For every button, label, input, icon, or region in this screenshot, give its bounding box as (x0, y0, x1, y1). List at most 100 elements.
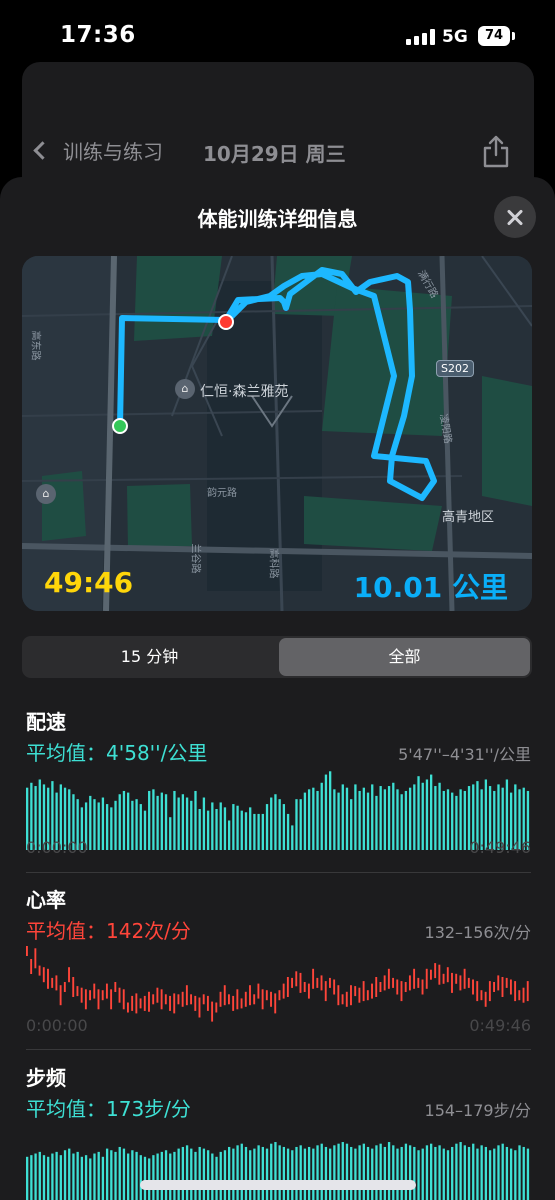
heart-rate-chart-bar (341, 994, 344, 1005)
back-button[interactable]: 训练与练习 (32, 136, 163, 165)
pace-chart-bar (404, 790, 408, 850)
heart-rate-chart-bar (177, 994, 180, 1005)
pace-chart-bar (307, 789, 311, 850)
cadence-chart-bar (480, 1145, 483, 1200)
heart-rate-chart-bar (350, 985, 352, 1006)
heart-rate-chart-bar (421, 979, 424, 995)
share-icon[interactable] (482, 134, 510, 168)
pace-chart-bar (164, 794, 168, 850)
heart-rate-chart-bar (169, 995, 171, 1011)
heart-rate-chart-bar (387, 968, 390, 989)
cadence-chart-bar (459, 1142, 462, 1200)
pace-chart-bar (232, 804, 235, 850)
heart-rate-chart-bar (505, 977, 508, 988)
status-time: 17:36 (60, 22, 136, 48)
pace-chart-bar (131, 800, 134, 850)
heart-rate-chart-bar (114, 982, 117, 992)
status-bar: 17:36 5G 74 (0, 0, 555, 60)
cadence-chart-bar (118, 1146, 121, 1200)
heart-rate-chart-bar (51, 977, 54, 988)
cadence-chart-bar (42, 1155, 46, 1200)
cadence-chart-bar (223, 1150, 227, 1200)
heart-rate-chart-bar (42, 967, 45, 983)
cadence-chart-bar (463, 1145, 466, 1200)
cadence-chart-bar (26, 1156, 29, 1200)
cadence-chart-bar (93, 1153, 96, 1200)
heart-rate-chart-bar (371, 983, 373, 999)
close-button[interactable] (494, 196, 536, 238)
pace-chart-bar (173, 790, 176, 850)
heart-rate-chart-bar (198, 997, 201, 1018)
pace-chart-bar (387, 786, 391, 850)
heart-rate-chart-bar (438, 964, 441, 985)
cadence-chart-bar (265, 1148, 269, 1200)
pace-chart-bar (430, 774, 433, 850)
heart-rate-chart-bar (270, 991, 272, 1007)
cadence-chart-bar (522, 1146, 525, 1200)
building-icon: ⌂ (36, 484, 56, 504)
route-map[interactable]: ⌂ 仁恒·森兰雅苑 ⌂ S202 高青地区 韵元路 兰谷路 高科路 高东路 满行… (22, 256, 532, 611)
cadence-chart-bar (51, 1153, 54, 1200)
pace-chart-bar (286, 813, 290, 850)
heart-rate-chart-bar (509, 979, 512, 995)
heart-rate-chart-bar (446, 967, 449, 983)
cadence-chart-bar (383, 1146, 387, 1200)
cadence-chart-bar (307, 1146, 311, 1200)
heart-rate-chart-bar (358, 987, 361, 1003)
cadence-chart-bar (185, 1145, 189, 1200)
cadence-title: 步频 (26, 1066, 66, 1090)
cadence-chart-bar (198, 1146, 201, 1200)
pace-chart-bar (228, 820, 231, 850)
poi-label: 仁恒·森兰雅苑 (200, 384, 289, 400)
building-icon: ⌂ (175, 379, 195, 399)
heart-rate-chart-bar (333, 979, 336, 995)
pace-chart-bar (93, 799, 96, 850)
heart-rate-chart-bar (282, 983, 285, 999)
pace-chart-bar (257, 813, 260, 850)
cadence-chart-bar (488, 1150, 492, 1200)
heart-rate-chart-bar (417, 977, 420, 988)
cadence-chart-bar (493, 1148, 496, 1200)
cadence-chart-bar (303, 1148, 307, 1200)
heart-rate-chart-bar (76, 986, 79, 997)
pace-title: 配速 (26, 710, 66, 734)
cadence-chart-bar (38, 1151, 41, 1200)
cadence-chart-bar (455, 1143, 458, 1200)
heart-rate-chart-bar (467, 977, 470, 988)
cadence-chart-bar (173, 1151, 176, 1200)
pace-chart-bar (341, 784, 344, 850)
pace-chart-bar (185, 797, 189, 850)
heart-rate-chart-bar (228, 994, 230, 1005)
segment-15-minutes[interactable]: 15 分钟 (24, 638, 275, 676)
cadence-chart-bar (47, 1156, 50, 1200)
pace-chart-bar (455, 795, 458, 850)
cadence-chart-bar (72, 1153, 75, 1200)
street-label: 高东路 (29, 330, 41, 361)
cadence-chart-bar (232, 1148, 235, 1200)
pace-chart-bar (421, 782, 424, 850)
pace-chart-bar (215, 809, 218, 850)
heart-rate-chart-bar (497, 975, 500, 991)
home-indicator[interactable] (140, 1180, 416, 1190)
cadence-chart-bar (329, 1148, 332, 1200)
heart-rate-chart-bar (320, 975, 323, 991)
cadence-chart-bar (68, 1148, 71, 1200)
cadence-chart-bar (177, 1148, 180, 1200)
heart-rate-chart-bar (274, 993, 277, 1014)
cadence-chart-bar (408, 1145, 412, 1200)
pace-chart-bar (362, 787, 365, 850)
pace-chart-bar (261, 813, 264, 850)
pace-average: 平均值：4'58''/公里 (26, 741, 208, 765)
heart-rate-chart-bar (118, 987, 121, 1003)
heart-rate-chart-bar (143, 995, 146, 1011)
pace-chart-bar (135, 799, 138, 850)
heart-rate-chart-bar (211, 1001, 214, 1022)
pace-chart-bar (425, 779, 429, 850)
cadence-chart-bar (76, 1151, 79, 1200)
heart-rate-chart-bar (93, 983, 96, 999)
segment-all[interactable]: 全部 (279, 638, 530, 676)
heart-rate-chart-bar (249, 985, 251, 1006)
heart-rate-chart-bar (362, 981, 365, 1002)
heart-rate-chart-bar (202, 994, 205, 1005)
cadence-chart-bar (324, 1146, 328, 1200)
